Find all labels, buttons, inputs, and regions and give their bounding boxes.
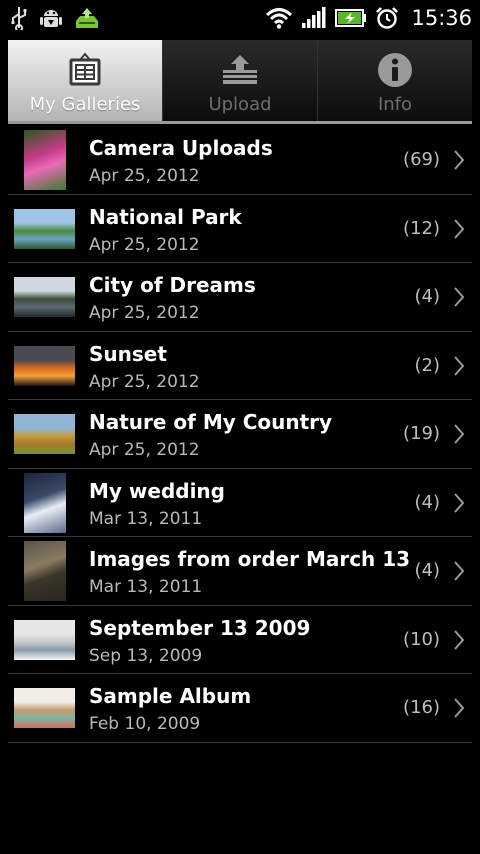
gallery-date: Apr 25, 2012: [89, 440, 200, 460]
gallery-photo-count: (4): [414, 286, 441, 307]
gallery-date: Feb 10, 2009: [89, 714, 201, 734]
gallery-grid-icon: [67, 52, 103, 88]
chevron-right-icon: [454, 424, 465, 444]
gallery-row[interactable]: Sunset Apr 25, 2012 (2): [8, 332, 472, 400]
usb-icon: [11, 7, 27, 30]
gallery-title: Sunset: [89, 341, 167, 366]
gallery-photo-count: (16): [403, 697, 440, 718]
clock-time: 15:36: [411, 6, 472, 30]
gallery-title: City of Dreams: [89, 273, 256, 297]
tab-label: Info: [377, 94, 413, 115]
upload-notification-icon: [76, 8, 98, 28]
chevron-right-icon: [454, 561, 465, 581]
gallery-photo-count: (12): [403, 217, 440, 239]
android-debug-icon: [40, 10, 62, 27]
alarm-clock-icon: [376, 7, 399, 29]
info-icon: [376, 52, 414, 88]
chevron-right-icon: [454, 355, 465, 376]
battery-charging-icon: [335, 9, 367, 27]
gallery-title: Images from order March 13: [89, 547, 411, 571]
tab-bar: My Galleries Upload Info: [8, 40, 472, 124]
gallery-photo-count: (19): [403, 423, 440, 444]
tab-info[interactable]: Info: [318, 40, 472, 121]
gallery-photo-count: (2): [414, 354, 441, 376]
chevron-right-icon: [454, 150, 465, 170]
gallery-date: Apr 25, 2012: [89, 234, 200, 255]
gallery-title: Nature of My Country: [89, 410, 333, 434]
gallery-photo-count: (4): [414, 491, 441, 513]
upload-tray-icon: [220, 52, 260, 88]
chevron-right-icon: [454, 287, 465, 307]
chevron-right-icon: [454, 698, 465, 718]
gallery-row[interactable]: My wedding Mar 13, 2011 (4): [8, 469, 472, 537]
gallery-row[interactable]: Nature of My Country Apr 25, 2012 (19): [8, 400, 472, 469]
notification-icons: [10, 4, 100, 32]
gallery-thumbnail: [24, 472, 66, 533]
gallery-photo-count: (69): [403, 149, 440, 170]
gallery-thumbnail: [14, 414, 75, 454]
gallery-title: National Park: [89, 204, 242, 229]
chevron-right-icon: [454, 629, 465, 650]
gallery-date: Mar 13, 2011: [89, 508, 203, 529]
chevron-right-icon: [454, 492, 465, 513]
gallery-thumbnail: [24, 130, 66, 190]
gallery-thumbnail: [14, 345, 75, 386]
signal-icon: [302, 7, 326, 28]
gallery-row[interactable]: City of Dreams Apr 25, 2012 (4): [8, 263, 472, 332]
gallery-thumbnail: [14, 277, 75, 317]
gallery-title: My wedding: [89, 478, 225, 503]
tab-label: Upload: [208, 94, 272, 115]
gallery-row[interactable]: September 13 2009 Sep 13, 2009 (10): [8, 606, 472, 674]
gallery-thumbnail: [14, 619, 75, 660]
gallery-title: September 13 2009: [89, 615, 311, 640]
gallery-thumbnail: [14, 208, 75, 249]
system-icons: 15:36: [265, 0, 472, 36]
gallery-row[interactable]: Images from order March 13 Mar 13, 2011 (4…: [8, 537, 472, 606]
tab-label: My Galleries: [29, 94, 141, 115]
gallery-date: Apr 25, 2012: [89, 303, 200, 323]
tab-my-galleries[interactable]: My Galleries: [8, 40, 163, 121]
gallery-list: Camera Uploads Apr 25, 2012 (69) National P…: [8, 126, 472, 743]
gallery-date: Apr 25, 2012: [89, 166, 200, 186]
gallery-date: Apr 25, 2012: [89, 371, 200, 392]
gallery-row[interactable]: Camera Uploads Apr 25, 2012 (69): [8, 126, 472, 195]
wifi-icon: [266, 8, 293, 29]
status-bar: 15:36: [0, 0, 480, 36]
gallery-date: Mar 13, 2011: [89, 577, 203, 597]
gallery-title: Sample Album: [89, 684, 252, 708]
gallery-date: Sep 13, 2009: [89, 645, 203, 666]
gallery-thumbnail: [24, 541, 66, 601]
gallery-title: Camera Uploads: [89, 136, 273, 160]
gallery-photo-count: (4): [414, 560, 441, 581]
gallery-row[interactable]: Sample Album Feb 10, 2009 (16): [8, 674, 472, 743]
gallery-photo-count: (10): [403, 628, 440, 650]
gallery-thumbnail: [14, 688, 75, 728]
gallery-row[interactable]: National Park Apr 25, 2012 (12): [8, 195, 472, 263]
chevron-right-icon: [454, 218, 465, 239]
tab-upload[interactable]: Upload: [163, 40, 318, 121]
